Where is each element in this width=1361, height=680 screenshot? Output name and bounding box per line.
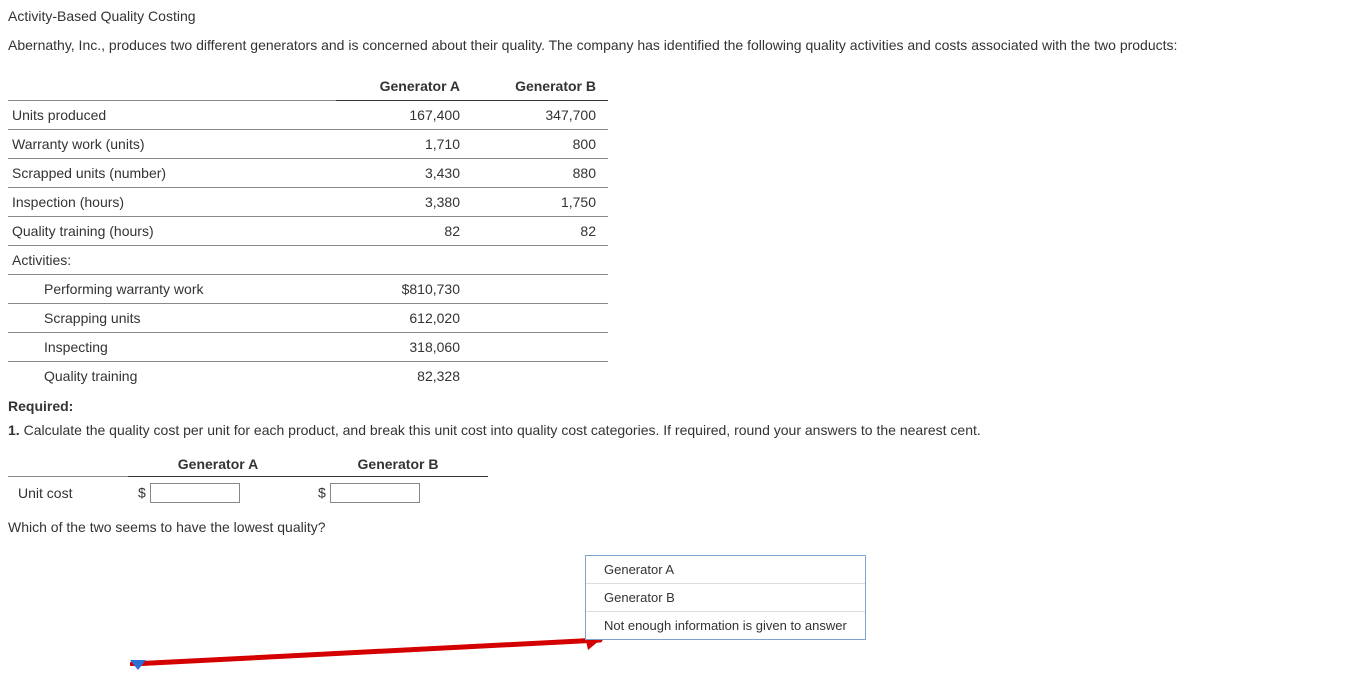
activities-label: Activities:	[8, 245, 336, 274]
uc-row-label: Unit cost	[8, 476, 128, 509]
page-title: Activity-Based Quality Costing	[8, 8, 1353, 24]
row-label: Warranty work (units)	[8, 129, 336, 158]
activity-label: Scrapping units	[8, 303, 336, 332]
answer-dropdown[interactable]: Generator A Generator B Not enough infor…	[585, 555, 866, 640]
cell-a: 82	[336, 216, 472, 245]
cell-a: 1,710	[336, 129, 472, 158]
question-text: Calculate the quality cost per unit for …	[20, 422, 981, 438]
dropdown-option[interactable]: Not enough information is given to answe…	[586, 612, 865, 639]
table-row: Quality training (hours) 82 82	[8, 216, 608, 245]
activity-value: 612,020	[336, 303, 472, 332]
required-label: Required:	[8, 398, 1353, 414]
data-table: Generator A Generator B Units produced 1…	[8, 72, 608, 390]
activity-value: $810,730	[336, 274, 472, 303]
cell-b: 1,750	[472, 187, 608, 216]
followup-question: Which of the two seems to have the lowes…	[8, 519, 1353, 535]
table-row: Activities:	[8, 245, 608, 274]
table-row: Performing warranty work $810,730	[8, 274, 608, 303]
table-row: Inspecting 318,060	[8, 332, 608, 361]
col-header-b: Generator B	[472, 72, 608, 101]
intro-paragraph: Abernathy, Inc., produces two different …	[8, 34, 1353, 58]
table-row: Units produced 167,400 347,700	[8, 100, 608, 129]
unit-cost-input-a[interactable]	[150, 483, 240, 503]
activity-label: Quality training	[8, 361, 336, 390]
unit-cost-input-b[interactable]	[330, 483, 420, 503]
unit-cost-row: Unit cost $ $	[8, 476, 488, 509]
row-label: Units produced	[8, 100, 336, 129]
table-row: Warranty work (units) 1,710 800	[8, 129, 608, 158]
cell-b: 347,700	[472, 100, 608, 129]
question-1: 1. Calculate the quality cost per unit f…	[8, 422, 1353, 438]
dropdown-option[interactable]: Generator B	[586, 584, 865, 612]
table-row: Scrapped units (number) 3,430 880	[8, 158, 608, 187]
cell-b: 880	[472, 158, 608, 187]
uc-header-a: Generator A	[128, 452, 308, 477]
row-label: Inspection (hours)	[8, 187, 336, 216]
currency-symbol: $	[138, 484, 146, 500]
annotation-arrow-icon	[130, 636, 620, 666]
cell-a: 3,430	[336, 158, 472, 187]
activity-label: Performing warranty work	[8, 274, 336, 303]
activity-label: Inspecting	[8, 332, 336, 361]
cell-b: 82	[472, 216, 608, 245]
cell-b: 800	[472, 129, 608, 158]
question-number: 1.	[8, 422, 20, 438]
table-row: Inspection (hours) 3,380 1,750	[8, 187, 608, 216]
row-label: Scrapped units (number)	[8, 158, 336, 187]
activity-value: 318,060	[336, 332, 472, 361]
dropdown-option[interactable]: Generator A	[586, 556, 865, 584]
table-row: Scrapping units 612,020	[8, 303, 608, 332]
cell-a: 167,400	[336, 100, 472, 129]
dropdown-caret-icon	[130, 660, 146, 670]
activity-value: 82,328	[336, 361, 472, 390]
row-label: Quality training (hours)	[8, 216, 336, 245]
uc-header-b: Generator B	[308, 452, 488, 477]
col-header-a: Generator A	[336, 72, 472, 101]
unit-cost-table: Generator A Generator B Unit cost $ $	[8, 452, 488, 509]
cell-a: 3,380	[336, 187, 472, 216]
table-row: Quality training 82,328	[8, 361, 608, 390]
currency-symbol: $	[318, 484, 326, 500]
